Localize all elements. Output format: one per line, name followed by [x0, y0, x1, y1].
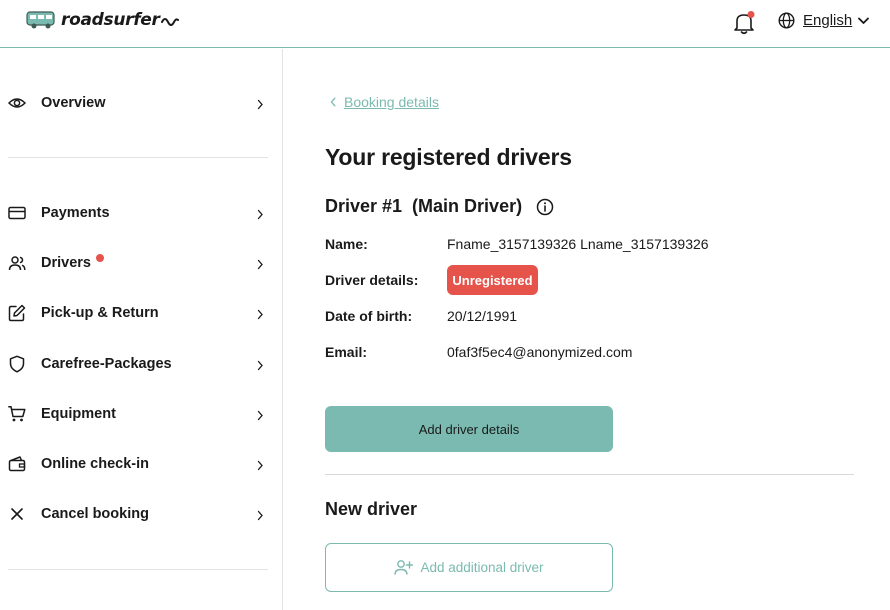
sidebar: Overview Payments Drivers Pick-up & Retu… [0, 49, 283, 610]
notifications-button[interactable] [733, 11, 755, 35]
sidebar-item-payments[interactable]: Payments [8, 198, 268, 228]
info-icon[interactable] [536, 198, 554, 216]
add-user-icon [394, 559, 414, 576]
breadcrumb-link[interactable]: Booking details [344, 94, 439, 110]
language-selector[interactable]: English [778, 12, 870, 29]
sidebar-divider [8, 569, 268, 570]
shield-icon [8, 355, 26, 373]
main-content: Booking details Your registered drivers … [284, 49, 890, 610]
sidebar-item-overview[interactable]: Overview [8, 88, 268, 118]
sidebar-item-cancel-booking[interactable]: Cancel booking [8, 499, 268, 529]
sidebar-item-label: Online check-in [41, 456, 149, 472]
add-additional-driver-button[interactable]: Add additional driver [325, 543, 613, 592]
dob-label: Date of birth: [325, 308, 413, 324]
chevron-right-icon [257, 408, 264, 426]
page-title: Your registered drivers [325, 144, 572, 170]
new-driver-title: New driver [325, 499, 418, 519]
name-label: Name: [325, 236, 368, 252]
chevron-right-icon [257, 358, 264, 376]
add-driver-details-button[interactable]: Add driver details [325, 406, 613, 452]
chevron-left-icon [330, 97, 336, 107]
camper-van-icon [26, 10, 56, 30]
name-value: Fname_3157139326 Lname_3157139326 [447, 236, 709, 252]
sidebar-item-pick-up-return[interactable]: Pick-up & Return [8, 298, 268, 328]
email-value: 0faf3f5ec4@anonymized.com [447, 344, 633, 360]
driver-title: Driver #1 (Main Driver) [325, 196, 523, 216]
sidebar-item-label: Cancel booking [41, 506, 149, 522]
bell-icon [733, 11, 755, 40]
dob-value: 20/12/1991 [447, 308, 518, 324]
chevron-right-icon [257, 257, 264, 275]
sidebar-divider [8, 157, 268, 158]
alert-dot [96, 254, 104, 262]
logo-text: roadsurfer [61, 10, 160, 30]
cart-icon [8, 405, 26, 423]
wave-icon [160, 14, 179, 26]
close-icon [8, 505, 26, 523]
credit-card-icon [8, 204, 26, 222]
edit-icon [8, 304, 26, 322]
globe-icon [778, 12, 795, 29]
sidebar-item-online-check-in[interactable]: Online check-in [8, 449, 268, 479]
chevron-right-icon [257, 458, 264, 476]
sidebar-item-label: Carefree-Packages [41, 356, 172, 372]
sidebar-item-label: Pick-up & Return [41, 305, 159, 321]
sidebar-item-carefree-packages[interactable]: Carefree-Packages [8, 349, 268, 379]
email-label: Email: [325, 344, 368, 360]
chevron-right-icon [257, 307, 264, 325]
chevron-right-icon [257, 207, 264, 225]
status-badge: Unregistered [447, 265, 538, 295]
wallet-icon [8, 455, 26, 473]
driver-details-label: Driver details: [325, 272, 419, 288]
sidebar-item-label: Drivers [41, 255, 91, 271]
sidebar-item-label: Overview [41, 95, 106, 111]
section-divider [325, 474, 854, 475]
chevron-down-icon [858, 17, 870, 25]
add-additional-driver-label: Add additional driver [420, 560, 544, 575]
chevron-right-icon [257, 508, 264, 526]
top-header: roadsurfer English [0, 0, 890, 48]
eye-icon [8, 94, 26, 112]
chevron-right-icon [257, 97, 264, 115]
sidebar-item-label: Equipment [41, 406, 116, 422]
sidebar-item-equipment[interactable]: Equipment [8, 399, 268, 429]
sidebar-item-label: Payments [41, 205, 110, 221]
driver-heading: Driver #1 (Main Driver) [325, 196, 554, 217]
sidebar-item-drivers[interactable]: Drivers [8, 248, 268, 278]
logo[interactable]: roadsurfer [26, 10, 179, 30]
language-label: English [803, 12, 853, 29]
users-icon [8, 254, 26, 272]
breadcrumb[interactable]: Booking details [330, 94, 439, 110]
